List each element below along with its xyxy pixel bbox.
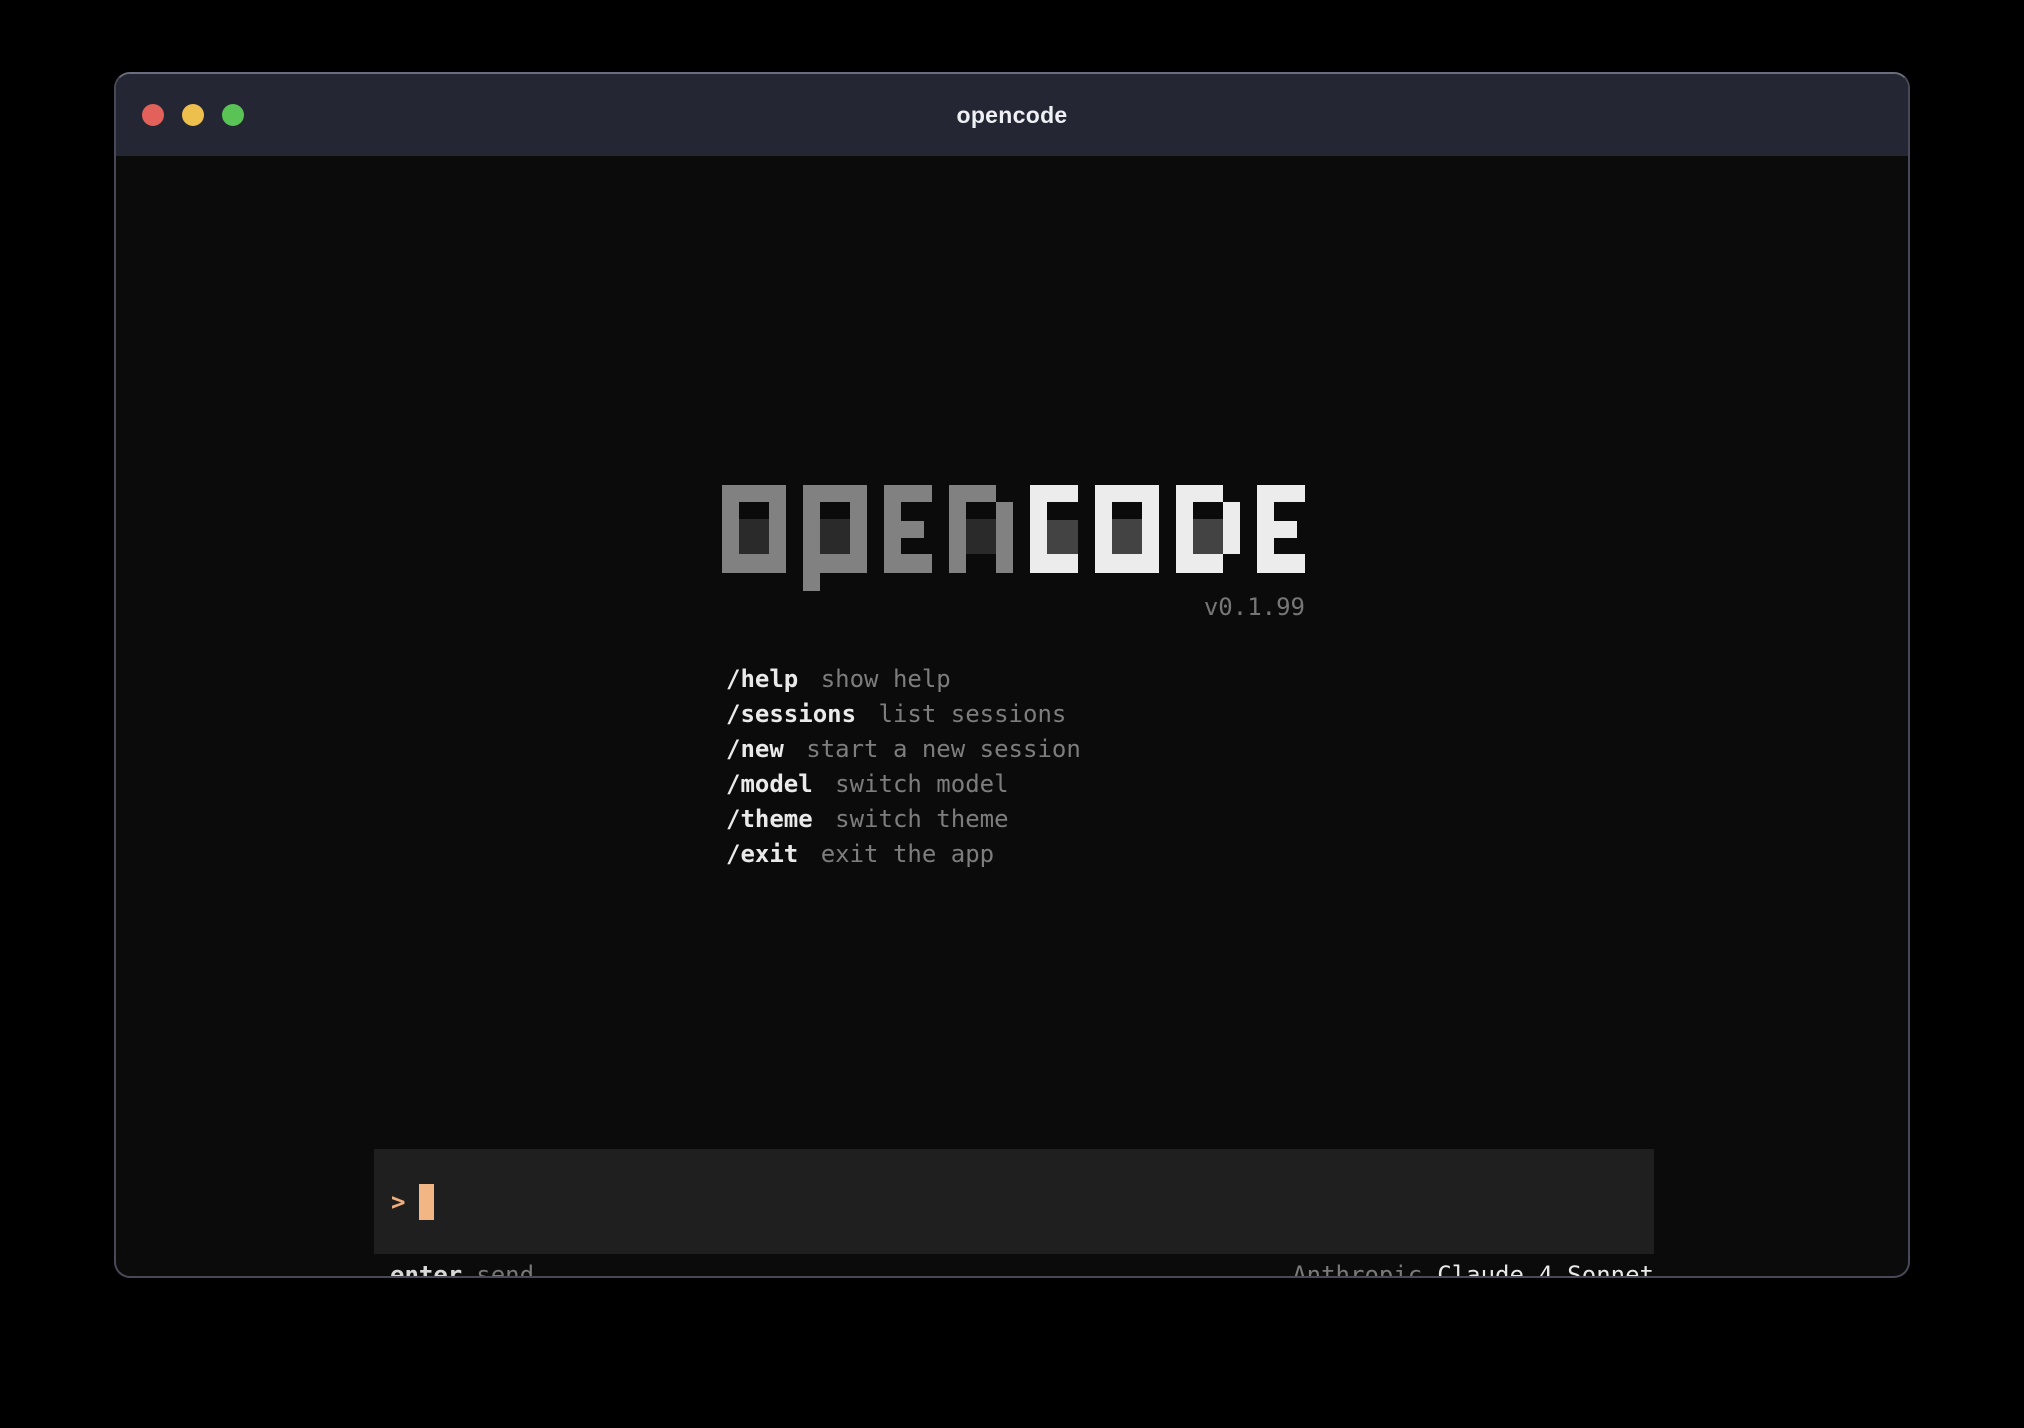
command-description: switch model [835,770,1008,798]
send-action-label: send [476,1261,534,1278]
logo-letter-e [884,485,932,591]
provider-label: Anthropic [1292,1261,1422,1278]
command-name: /sessions [726,700,856,728]
status-bar: enter send Anthropic Claude 4 Sonnet [374,1257,1654,1278]
prompt-symbol: > [391,1188,405,1216]
version-label: v0.1.99 [722,593,1305,621]
app-window: opencode v0.1.99 /help show help/session… [114,72,1910,1278]
command-name: /exit [726,840,798,868]
command-item: /sessions list sessions [726,697,1081,732]
send-hint: enter send [390,1261,534,1278]
logo-letter-n [949,485,1013,591]
minimize-button[interactable] [182,104,204,126]
command-item: /exit exit the app [726,837,1081,872]
close-button[interactable] [142,104,164,126]
command-name: /help [726,665,798,693]
command-item: /model switch model [726,767,1081,802]
logo-letter-d [1176,485,1240,591]
command-description: start a new session [806,735,1081,763]
command-name: /new [726,735,784,763]
command-description: exit the app [821,840,994,868]
command-description: switch theme [835,805,1008,833]
zoom-button[interactable] [222,104,244,126]
enter-key-label: enter [390,1261,462,1278]
command-item: /theme switch theme [726,802,1081,837]
command-name: /model [726,770,813,798]
command-item: /help show help [726,662,1081,697]
logo-letter-o [1095,485,1159,591]
command-description: show help [821,665,951,693]
window-title: opencode [956,102,1067,129]
logo-letter-p [803,485,867,591]
logo-letter-c [1030,485,1078,591]
command-item: /new start a new session [726,732,1081,767]
logo-letter-o [722,485,786,591]
model-indicator[interactable]: Anthropic Claude 4 Sonnet [1292,1261,1654,1278]
command-name: /theme [726,805,813,833]
terminal-content: v0.1.99 /help show help/sessions list se… [116,156,1908,1276]
window-titlebar[interactable]: opencode [116,74,1908,156]
prompt-input[interactable]: > [374,1149,1654,1254]
command-list: /help show help/sessions list sessions/n… [726,662,1081,872]
logo-letter-e [1257,485,1305,591]
command-description: list sessions [879,700,1067,728]
model-label: Claude 4 Sonnet [1437,1261,1654,1278]
text-cursor [419,1184,434,1220]
window-controls [142,74,244,156]
opencode-logo [722,485,1305,591]
desktop-background: opencode v0.1.99 /help show help/session… [0,0,2024,1428]
